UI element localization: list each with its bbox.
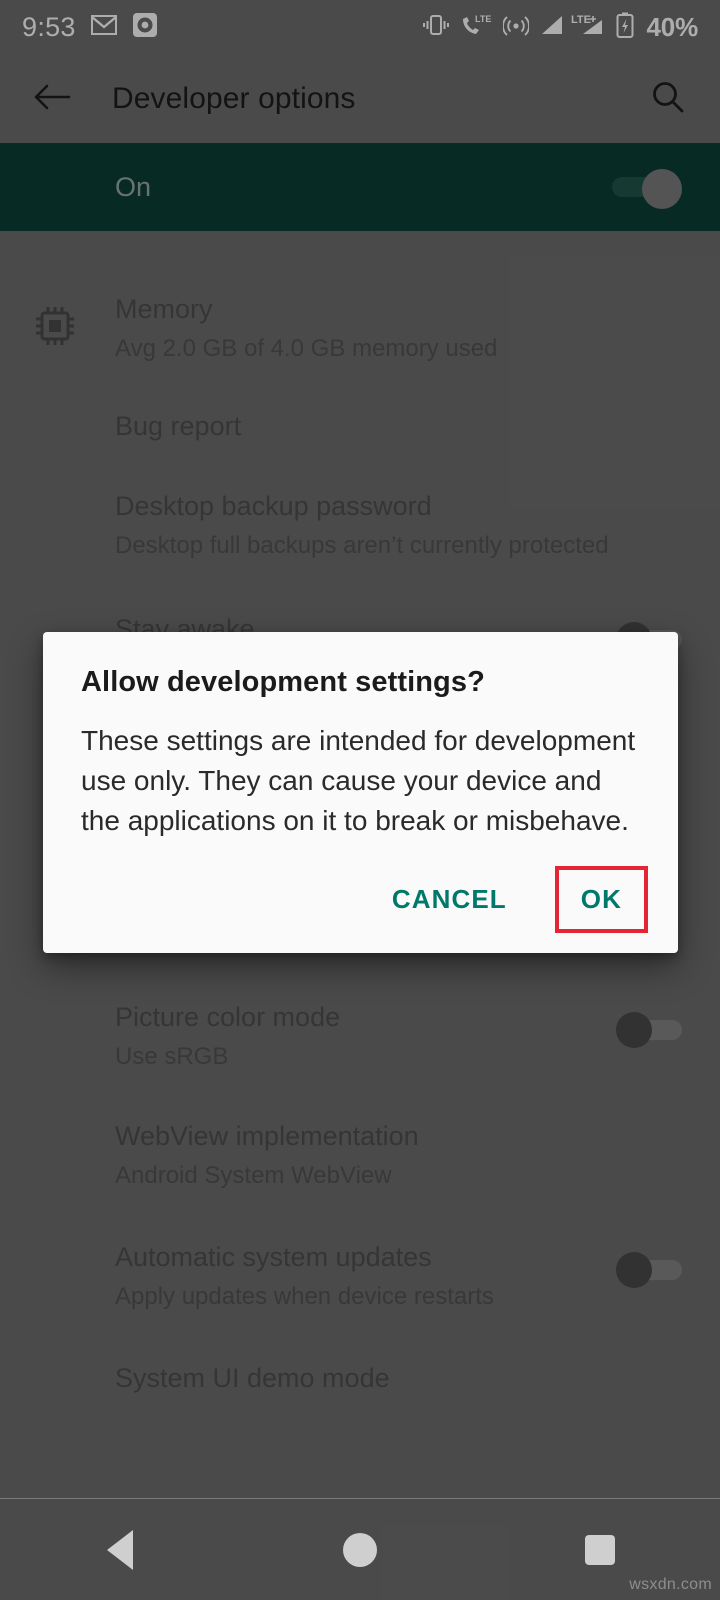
ok-button[interactable]: OK <box>554 866 648 934</box>
nav-recents-button[interactable] <box>480 1534 720 1565</box>
nav-back-button[interactable] <box>0 1529 240 1570</box>
nav-home-button[interactable] <box>240 1532 480 1567</box>
dialog-button-bar: CANCEL OK <box>81 840 648 953</box>
dialog-message: These settings are intended for developm… <box>81 725 636 836</box>
allow-development-settings-dialog: Allow development settings? These settin… <box>43 632 678 954</box>
nav-recents-icon <box>585 1534 615 1565</box>
nav-home-icon <box>343 1532 377 1567</box>
nav-back-icon <box>107 1529 133 1570</box>
system-navigation-bar <box>0 1498 720 1600</box>
cancel-button[interactable]: CANCEL <box>374 870 525 929</box>
dialog-title: Allow development settings? <box>81 666 485 698</box>
watermark: wsxdn.com <box>629 1576 712 1593</box>
